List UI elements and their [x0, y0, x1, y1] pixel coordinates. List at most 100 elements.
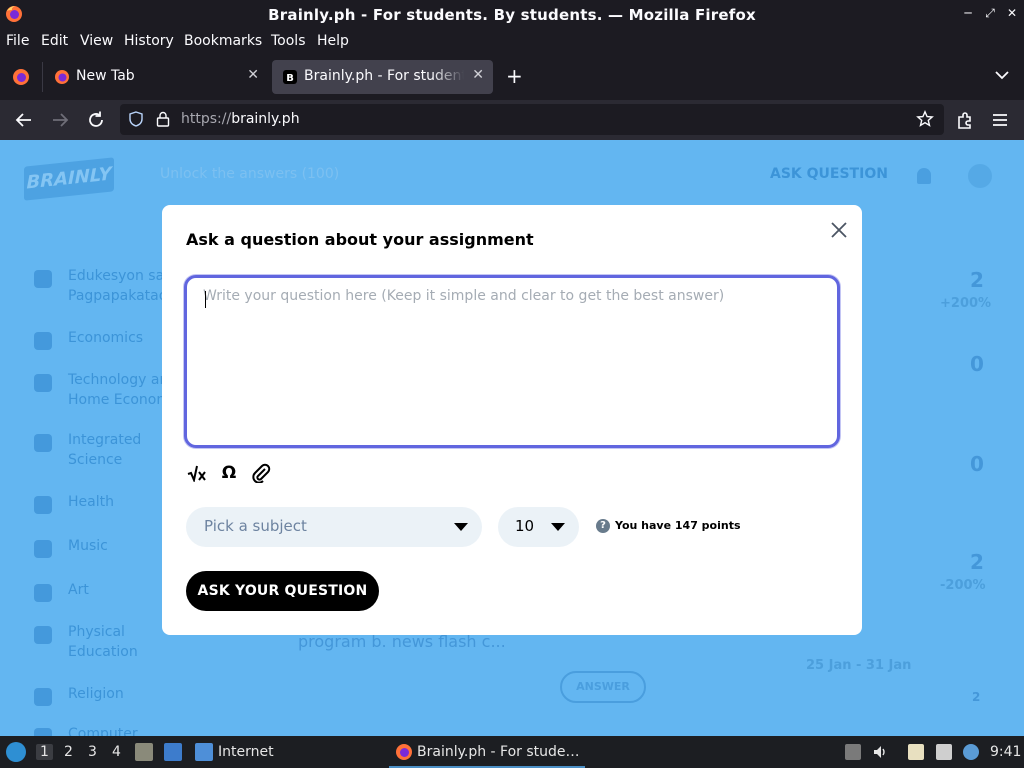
tab-separator [42, 62, 43, 92]
workspace-1[interactable]: 1 [36, 744, 53, 760]
background-search-text: Unlock the answers (100) [160, 166, 340, 182]
menu-view[interactable]: View [80, 33, 113, 49]
background-date-range: 25 Jan - 31 Jan [806, 658, 912, 673]
close-icon[interactable] [828, 219, 850, 241]
question-input[interactable] [187, 278, 837, 445]
menu-bar: File Edit View History Bookmarks Tools H… [0, 30, 1024, 54]
points-value: 10 [515, 517, 535, 535]
close-window-icon[interactable]: ✕ [1006, 6, 1018, 20]
volume-icon[interactable] [872, 744, 888, 760]
subject-icon [34, 270, 52, 288]
avatar [968, 164, 992, 188]
points-select[interactable]: 10 [498, 507, 579, 547]
tracking-protection-shield-icon[interactable] [128, 111, 144, 127]
menu-file[interactable]: File [6, 33, 29, 49]
tab-bar: New Tab ✕ B Brainly.ph - For students. B… [0, 54, 1024, 100]
workspace-3[interactable]: 3 [88, 744, 97, 760]
os-taskbar: 1 2 3 4 Internet Brainly.ph - For stude…… [0, 736, 1024, 768]
question-input-frame [184, 275, 840, 448]
background-stat: 2 [970, 268, 984, 292]
clipboard-icon[interactable] [908, 744, 924, 760]
lock-icon[interactable] [156, 111, 170, 127]
firefox-view-icon[interactable] [12, 68, 30, 86]
ask-your-question-button[interactable]: ASK YOUR QUESTION [186, 571, 379, 611]
bell-icon [917, 168, 931, 184]
menu-help[interactable]: Help [317, 33, 349, 49]
menu-edit[interactable]: Edit [41, 33, 68, 49]
page-content: BRAINLY Unlock the answers (100) ASK QUE… [0, 140, 1024, 736]
background-stat-percent: -200% [940, 578, 986, 593]
subject-icon [34, 540, 52, 558]
tab-label: Brainly.ph - For students. By students. [304, 68, 464, 84]
background-stat: 0 [970, 452, 984, 476]
network-icon[interactable] [936, 744, 952, 760]
start-menu-icon[interactable] [6, 742, 26, 762]
subject-icon [34, 496, 52, 514]
workspace-4[interactable]: 4 [112, 744, 121, 760]
svg-text:B: B [286, 73, 294, 84]
brainly-logo: BRAINLY [24, 157, 114, 201]
subject-select[interactable]: Pick a subject [186, 507, 482, 547]
subject-icon [34, 332, 52, 350]
navigation-toolbar: https://brainly.ph [0, 100, 1024, 140]
reload-icon[interactable] [85, 109, 107, 131]
restore-icon[interactable]: ⤢ [984, 6, 996, 20]
ask-question-modal: Ask a question about your assignment Ω P… [162, 205, 862, 635]
subject-icon [34, 626, 52, 644]
subject-icon [34, 728, 52, 736]
menu-tools[interactable]: Tools [271, 33, 306, 49]
notification-icon[interactable] [963, 744, 979, 760]
list-all-tabs-chevron-icon[interactable] [994, 67, 1010, 83]
url-bar[interactable]: https://brainly.ph [120, 104, 944, 135]
brainly-favicon-icon: B [283, 70, 297, 84]
subject-icon [34, 434, 52, 452]
firefox-logo-icon [396, 744, 412, 760]
modal-title: Ask a question about your assignment [186, 230, 534, 249]
background-stat: 2 [970, 550, 984, 574]
folder-icon[interactable] [195, 743, 213, 761]
subject-select-placeholder: Pick a subject [204, 517, 307, 535]
new-tab-plus-icon[interactable]: + [506, 64, 523, 88]
background-stat-percent: +200% [940, 296, 992, 311]
close-tab-icon[interactable]: ✕ [247, 67, 259, 83]
tab-label: New Tab [76, 68, 135, 84]
forward-arrow-icon[interactable] [49, 109, 71, 131]
menu-history[interactable]: History [124, 33, 174, 49]
taskbar-task-firefox[interactable]: Brainly.ph - For stude… [389, 736, 585, 768]
subject-icon [34, 374, 52, 392]
file-manager-icon[interactable] [135, 743, 153, 761]
background-answer-button: ANSWER [560, 671, 646, 703]
menu-bookmarks[interactable]: Bookmarks [184, 33, 262, 49]
chevron-down-icon [551, 523, 565, 531]
tab-brainly[interactable]: B Brainly.ph - For students. By students… [272, 60, 493, 94]
clock: 9:41 [990, 744, 1022, 760]
close-tab-icon[interactable]: ✕ [472, 67, 484, 83]
sqrt-formula-icon[interactable] [186, 462, 208, 484]
extensions-puzzle-icon[interactable] [954, 109, 976, 131]
minimize-icon[interactable]: ─ [962, 6, 974, 20]
bookmark-star-icon[interactable] [916, 110, 934, 128]
url-text[interactable]: https://brainly.ph [181, 111, 300, 127]
desktop-icon[interactable] [164, 743, 182, 761]
background-stat: 2 [972, 690, 981, 704]
subject-icon [34, 584, 52, 602]
background-stat: 0 [970, 352, 984, 376]
background-ask-question: ASK QUESTION [770, 166, 888, 182]
attachment-icon[interactable] [250, 462, 272, 484]
text-caret [205, 291, 206, 308]
window-title: Brainly.ph - For students. By students. … [268, 6, 756, 24]
subject-icon [34, 688, 52, 706]
points-info-text: You have 147 points [615, 519, 741, 532]
taskbar-task-label: Brainly.ph - For stude… [417, 744, 580, 760]
help-question-icon[interactable]: ? [596, 519, 610, 533]
tray-app-icon[interactable] [845, 744, 861, 760]
workspace-2[interactable]: 2 [64, 744, 73, 760]
formatting-toolbar: Ω [186, 461, 272, 485]
chevron-down-icon [454, 523, 468, 531]
hamburger-menu-icon[interactable] [989, 109, 1011, 131]
window-titlebar: Brainly.ph - For students. By students. … [0, 0, 1024, 30]
omega-symbol-icon[interactable]: Ω [218, 462, 240, 484]
internet-launcher-label[interactable]: Internet [218, 744, 274, 760]
back-arrow-icon[interactable] [13, 109, 35, 131]
tab-new-tab[interactable]: New Tab ✕ [44, 60, 268, 94]
